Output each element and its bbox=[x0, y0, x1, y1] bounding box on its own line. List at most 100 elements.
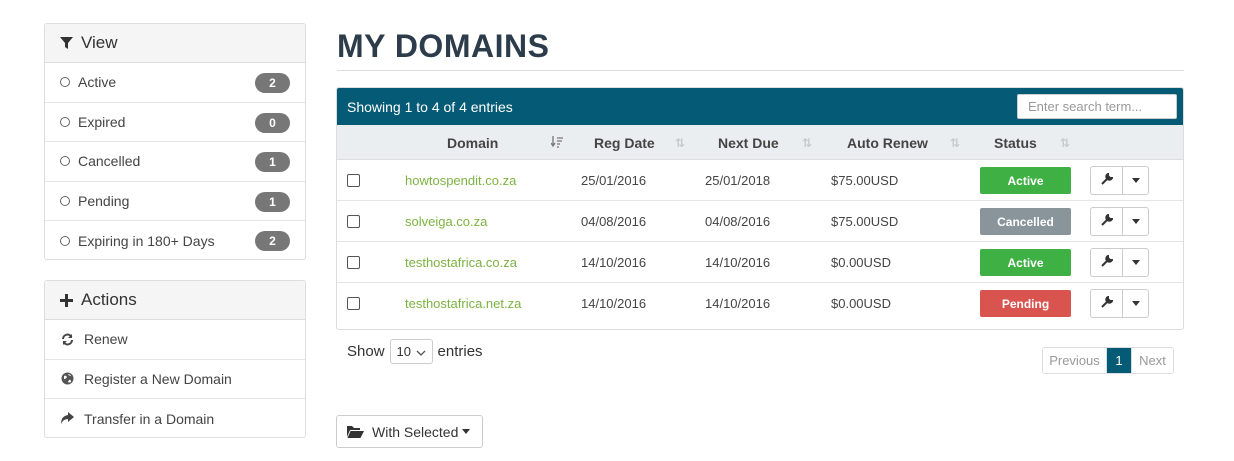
count-badge: 1 bbox=[255, 191, 290, 212]
row-checkbox[interactable] bbox=[347, 256, 360, 269]
page-length-control: Show 10 entries bbox=[347, 339, 483, 364]
pagination: Previous 1 Next bbox=[1042, 347, 1174, 374]
sort-icon: ⇅ bbox=[802, 136, 813, 150]
filter-cancelled[interactable]: Cancelled 1 bbox=[45, 142, 305, 182]
plus-icon bbox=[59, 293, 73, 307]
reg-date: 14/10/2016 bbox=[581, 296, 647, 311]
action-transfer-domain[interactable]: Transfer in a Domain bbox=[45, 399, 305, 439]
radio-circle-icon bbox=[60, 235, 70, 246]
view-panel-title: View bbox=[81, 33, 118, 52]
count-badge: 0 bbox=[255, 112, 290, 133]
caret-down-icon bbox=[1131, 219, 1140, 224]
domain-link[interactable]: testhostafrica.net.za bbox=[405, 283, 521, 324]
dropdown-toggle[interactable] bbox=[1123, 167, 1148, 194]
domain-link[interactable]: solveiga.co.za bbox=[405, 201, 487, 242]
radio-circle-icon bbox=[60, 116, 70, 127]
with-selected-button[interactable]: With Selected bbox=[336, 415, 483, 448]
manage-button[interactable] bbox=[1091, 290, 1123, 317]
reg-date: 25/01/2016 bbox=[581, 173, 647, 188]
dropdown-toggle[interactable] bbox=[1123, 290, 1148, 317]
table-row: howtospendit.co.za 25/01/2016 25/01/2018… bbox=[337, 160, 1183, 201]
table-row: testhostafrica.net.za 14/10/2016 14/10/2… bbox=[337, 283, 1183, 324]
domain-link[interactable]: testhostafrica.co.za bbox=[405, 242, 517, 283]
domain-link[interactable]: howtospendit.co.za bbox=[405, 160, 516, 201]
wrench-icon bbox=[1100, 295, 1114, 311]
auto-renew: $75.00USD bbox=[831, 214, 899, 229]
row-checkbox[interactable] bbox=[347, 174, 360, 187]
filter-label: Active bbox=[78, 74, 117, 91]
page-1-button[interactable]: 1 bbox=[1107, 348, 1131, 373]
row-checkbox[interactable] bbox=[347, 297, 360, 310]
view-panel-header: View bbox=[45, 24, 305, 63]
reg-date: 04/08/2016 bbox=[581, 214, 647, 229]
table-info: Showing 1 to 4 of 4 entries bbox=[347, 98, 513, 115]
caret-down-icon bbox=[462, 429, 471, 434]
auto-renew: $75.00USD bbox=[831, 173, 899, 188]
filter-active[interactable]: Active 2 bbox=[45, 63, 305, 103]
count-badge: 2 bbox=[255, 231, 290, 251]
column-header-status[interactable]: Status bbox=[994, 125, 1037, 160]
filter-icon bbox=[59, 36, 73, 50]
table-header: Domain Reg Date ⇅ Next Due ⇅ Auto Renew … bbox=[337, 125, 1183, 160]
filter-expired[interactable]: Expired 0 bbox=[45, 103, 305, 142]
globe-icon bbox=[60, 372, 74, 386]
next-due: 14/10/2016 bbox=[705, 296, 771, 311]
column-header-reg-date[interactable]: Reg Date bbox=[594, 125, 655, 160]
sort-icon: ⇅ bbox=[1060, 136, 1071, 150]
row-actions bbox=[1090, 166, 1149, 195]
actions-panel: Actions Renew Register a New Domain Tran… bbox=[44, 280, 306, 438]
sort-icon: ⇅ bbox=[950, 136, 961, 150]
filter-pending[interactable]: Pending 1 bbox=[45, 182, 305, 221]
page-length-select[interactable]: 10 bbox=[389, 339, 433, 364]
folder-open-icon bbox=[347, 425, 364, 438]
next-due: 25/01/2018 bbox=[705, 173, 771, 188]
action-register-domain[interactable]: Register a New Domain bbox=[45, 360, 305, 399]
row-actions bbox=[1090, 207, 1149, 236]
status-badge: Cancelled bbox=[980, 208, 1071, 235]
status-badge: Active bbox=[980, 167, 1071, 194]
share-icon bbox=[60, 412, 74, 426]
caret-down-icon bbox=[1131, 178, 1140, 183]
status-badge: Pending bbox=[980, 290, 1071, 317]
count-badge: 1 bbox=[255, 152, 290, 172]
view-panel: View Active 2 Expired 0 Cancelled 1 Pend… bbox=[44, 23, 306, 260]
sort-icon: ⇅ bbox=[675, 136, 686, 150]
page-title: MY DOMAINS bbox=[337, 28, 550, 64]
action-renew[interactable]: Renew bbox=[45, 320, 305, 360]
next-due: 14/10/2016 bbox=[705, 255, 771, 270]
refresh-icon bbox=[60, 332, 74, 346]
radio-circle-icon bbox=[60, 77, 70, 88]
actions-panel-header: Actions bbox=[45, 281, 305, 320]
previous-page-button[interactable]: Previous bbox=[1043, 348, 1107, 373]
page-length-value: 10 bbox=[396, 344, 411, 359]
chevron-down-icon bbox=[416, 346, 426, 361]
entries-label: entries bbox=[437, 343, 483, 360]
next-page-button[interactable]: Next bbox=[1131, 348, 1173, 373]
manage-button[interactable] bbox=[1091, 167, 1123, 194]
actions-panel-title: Actions bbox=[81, 290, 137, 309]
wrench-icon bbox=[1100, 172, 1114, 188]
status-badge: Active bbox=[980, 249, 1071, 276]
title-divider bbox=[337, 70, 1184, 71]
caret-down-icon bbox=[1131, 260, 1140, 265]
column-header-next-due[interactable]: Next Due bbox=[718, 125, 779, 160]
filter-expiring[interactable]: Expiring in 180+ Days 2 bbox=[45, 221, 305, 261]
dropdown-toggle[interactable] bbox=[1123, 208, 1148, 235]
reg-date: 14/10/2016 bbox=[581, 255, 647, 270]
wrench-icon bbox=[1100, 213, 1114, 229]
table-row: solveiga.co.za 04/08/2016 04/08/2016 $75… bbox=[337, 201, 1183, 242]
filter-label: Expiring in 180+ Days bbox=[78, 232, 215, 249]
sort-icon bbox=[550, 136, 563, 151]
table-row: testhostafrica.co.za 14/10/2016 14/10/20… bbox=[337, 242, 1183, 283]
search-input[interactable]: Enter search term... bbox=[1017, 94, 1177, 119]
column-header-domain[interactable]: Domain bbox=[447, 125, 498, 160]
manage-button[interactable] bbox=[1091, 208, 1123, 235]
next-due: 04/08/2016 bbox=[705, 214, 771, 229]
row-actions bbox=[1090, 248, 1149, 277]
auto-renew: $0.00USD bbox=[831, 296, 891, 311]
column-header-auto-renew[interactable]: Auto Renew bbox=[847, 125, 928, 160]
row-checkbox[interactable] bbox=[347, 215, 360, 228]
filter-label: Pending bbox=[78, 192, 130, 209]
dropdown-toggle[interactable] bbox=[1123, 249, 1148, 276]
manage-button[interactable] bbox=[1091, 249, 1123, 276]
